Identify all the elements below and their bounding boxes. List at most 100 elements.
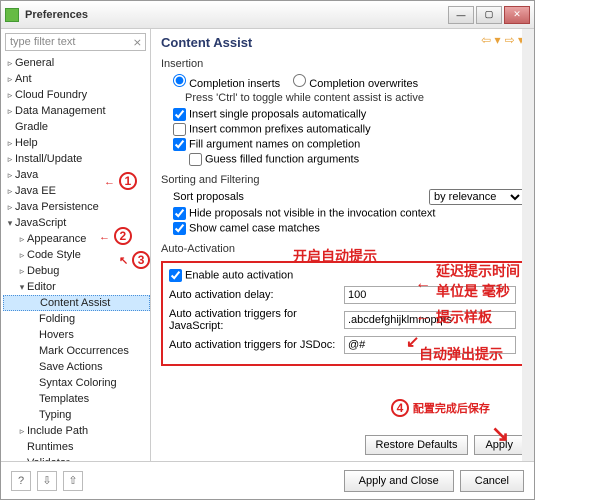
maximize-button[interactable]: ▢ [476,6,502,24]
tree-item[interactable]: Gradle [3,119,150,135]
apply-button[interactable]: Apply [474,435,524,455]
expand-icon[interactable]: ▹ [5,138,15,149]
tree-item[interactable]: Typing [3,407,150,423]
tree-item[interactable]: Syntax Coloring [3,375,150,391]
tree-item[interactable]: ▾JavaScript [3,215,150,231]
tree-item[interactable]: ▹General [3,55,150,71]
preferences-tree[interactable]: ▹General▹Ant▹Cloud Foundry▹Data Manageme… [1,55,150,461]
sidebar: type filter text ⨯ ▹General▹Ant▹Cloud Fo… [1,29,151,461]
tree-item[interactable]: Runtimes [3,439,150,455]
scrollbar[interactable] [522,29,534,461]
insert-prefix-checkbox[interactable]: Insert common prefixes automatically [173,123,524,136]
help-icon[interactable]: ? [11,471,31,491]
expand-icon[interactable]: ▾ [17,282,27,293]
expand-icon[interactable]: ▹ [5,74,15,85]
tree-item[interactable]: Hovers [3,327,150,343]
tree-item[interactable]: ▹Validator [3,455,150,461]
tree-item[interactable]: ▹Include Path [3,423,150,439]
tree-item[interactable]: ▹Appearance [3,231,150,247]
tree-item[interactable]: ▹Install/Update [3,151,150,167]
window-title: Preferences [25,9,446,21]
tree-item[interactable]: Templates [3,391,150,407]
tree-item[interactable]: Content Assist [3,295,150,311]
expand-icon[interactable]: ▹ [5,170,15,181]
tree-item[interactable]: ▹Help [3,135,150,151]
sort-proposals-label: Sort proposals [173,191,244,203]
export-icon[interactable]: ⇧ [63,471,83,491]
js-triggers-input[interactable] [344,311,516,329]
tree-item[interactable]: ▹Ant [3,71,150,87]
tree-item[interactable]: Folding [3,311,150,327]
expand-icon[interactable]: ▹ [17,266,27,277]
tree-item-label: Appearance [27,233,86,245]
clear-filter-icon[interactable]: ⨯ [133,36,142,49]
expand-icon[interactable]: ▹ [17,426,27,437]
nav-buttons: ⇦ ▾ ⇨ ▾ [481,33,524,47]
tree-item-label: Editor [27,281,56,293]
tree-item-label: Data Management [15,105,106,117]
tree-item[interactable]: ▹Java EE [3,183,150,199]
tree-item[interactable]: ▹Cloud Foundry [3,87,150,103]
tree-item-label: Debug [27,265,59,277]
expand-icon[interactable]: ▹ [5,154,15,165]
tree-item[interactable]: ▹Debug [3,263,150,279]
insert-single-checkbox[interactable]: Insert single proposals automatically [173,108,524,121]
auto-activation-group: Enable auto activation Auto activation d… [161,261,524,366]
filter-input[interactable]: type filter text ⨯ [5,33,146,51]
completion-inserts-radio[interactable]: Completion inserts [173,78,280,90]
tree-item-label: Install/Update [15,153,82,165]
js-triggers-label: Auto activation triggers for JavaScript: [169,308,344,332]
tree-item[interactable]: ▹Code Style [3,247,150,263]
restore-defaults-button[interactable]: Restore Defaults [365,435,469,455]
insertion-section-label: Insertion [161,58,524,70]
preferences-window: Preferences ― ▢ ✕ type filter text ⨯ ▹Ge… [0,0,535,500]
tree-item-label: Cloud Foundry [15,89,87,101]
jsdoc-triggers-label: Auto activation triggers for JSDoc: [169,339,344,351]
tree-item[interactable]: Save Actions [3,359,150,375]
hide-proposals-checkbox[interactable]: Hide proposals not visible in the invoca… [173,207,524,220]
auto-activation-section-label: Auto-Activation [161,243,524,255]
expand-icon[interactable]: ▹ [5,58,15,69]
close-button[interactable]: ✕ [504,6,530,24]
tree-item-label: Java [15,169,38,181]
enable-auto-activation-checkbox[interactable]: Enable auto activation [169,269,516,282]
jsdoc-triggers-input[interactable] [344,336,516,354]
import-icon[interactable]: ⇩ [37,471,57,491]
fill-argument-checkbox[interactable]: Fill argument names on completion [173,138,524,151]
sort-proposals-select[interactable]: by relevance [429,189,524,205]
expand-icon[interactable]: ▹ [17,458,27,462]
delay-label: Auto activation delay: [169,289,344,301]
tree-item-label: Typing [39,409,71,421]
expand-icon[interactable]: ▹ [17,234,27,245]
tree-item[interactable]: Mark Occurrences [3,343,150,359]
cancel-button[interactable]: Cancel [460,470,524,492]
expand-icon[interactable]: ▹ [5,186,15,197]
tree-item-label: Folding [39,313,75,325]
tree-item[interactable]: ▹Java Persistence [3,199,150,215]
ctrl-hint: Press 'Ctrl' to toggle while content ass… [185,92,524,104]
tree-item-label: Save Actions [39,361,103,373]
filter-placeholder: type filter text [10,36,75,48]
minimize-button[interactable]: ― [448,6,474,24]
tree-item-label: Hovers [39,329,74,341]
tree-item-label: Java Persistence [15,201,99,213]
apply-and-close-button[interactable]: Apply and Close [344,470,454,492]
expand-icon[interactable]: ▹ [5,90,15,101]
expand-icon[interactable]: ▹ [17,250,27,261]
dialog-bottom-bar: ? ⇩ ⇧ Apply and Close Cancel [1,461,534,499]
tree-item-label: JavaScript [15,217,66,229]
camel-case-checkbox[interactable]: Show camel case matches [173,222,524,235]
delay-input[interactable] [344,286,516,304]
expand-icon[interactable]: ▹ [5,106,15,117]
expand-icon[interactable]: ▾ [5,218,15,229]
sorting-section-label: Sorting and Filtering [161,174,524,186]
guess-argument-checkbox[interactable]: Guess filled function arguments [189,153,524,166]
back-icon[interactable]: ⇦ ▾ [481,33,500,47]
tree-item-label: Java EE [15,185,56,197]
tree-item[interactable]: ▾Editor [3,279,150,295]
expand-icon[interactable]: ▹ [5,202,15,213]
completion-overwrites-radio[interactable]: Completion overwrites [293,78,418,90]
tree-item[interactable]: ▹Data Management [3,103,150,119]
tree-item[interactable]: ▹Java [3,167,150,183]
tree-item-label: Content Assist [40,297,110,309]
